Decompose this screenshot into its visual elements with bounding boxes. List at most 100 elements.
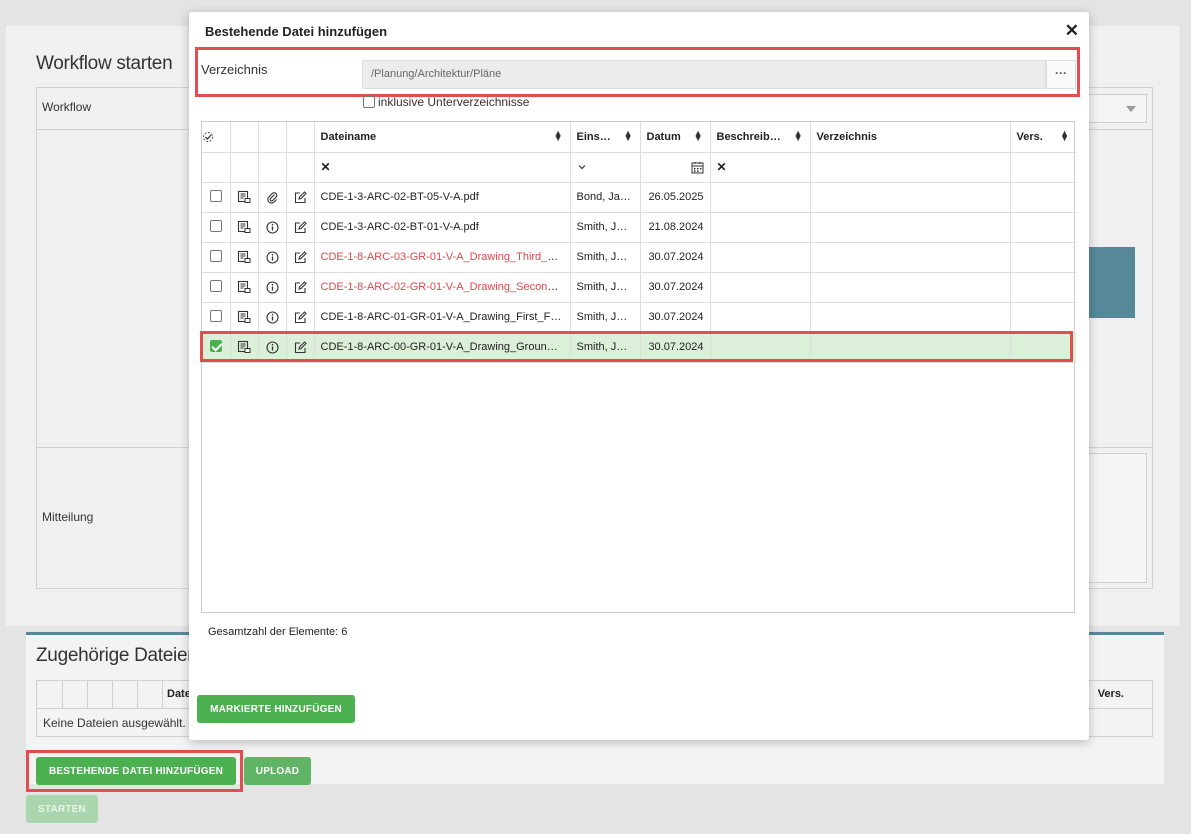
column-divider [87, 681, 88, 709]
version-cell [1009, 211, 1076, 243]
column-header-directory[interactable]: Verzeichnis [809, 122, 1011, 153]
row-checkbox[interactable] [209, 249, 222, 262]
include-subdirectories-checkbox[interactable]: inklusive Unterverzeichnisse [363, 95, 529, 109]
edit-cell[interactable] [285, 241, 315, 273]
uploader: Smith, J… [576, 281, 628, 293]
filename-cell[interactable]: CDE-1-8-ARC-03-GR-01-V-A_Drawing_Third_F… [313, 241, 571, 273]
directory-field[interactable]: /Planung/Architektur/Pläne [362, 60, 1046, 89]
attachment-cell[interactable] [257, 271, 287, 303]
row-checkbox[interactable] [209, 219, 222, 232]
file-type-cell[interactable] [229, 241, 259, 273]
sort-icon[interactable]: ▲ ▼ [1060, 129, 1069, 143]
add-marked-button[interactable]: MARKIERTE HINZUFÜGEN [197, 695, 355, 723]
filename-cell[interactable]: CDE-1-8-ARC-02-GR-01-V-A_Drawing_Second_… [313, 271, 571, 303]
table-row[interactable]: CDE-1-8-ARC-02-GR-01-V-A_Drawing_Second_… [202, 271, 1076, 303]
sort-icon[interactable]: ▲ ▼ [554, 129, 563, 143]
info-icon [265, 310, 279, 324]
edit-icon [294, 280, 307, 293]
filename-cell[interactable]: CDE-1-3-ARC-02-BT-01-V-A.pdf [313, 211, 571, 243]
uploader: Smith, J… [576, 341, 628, 353]
checkbox[interactable] [363, 96, 375, 108]
uploader-cell: Smith, J… [569, 331, 641, 363]
sort-icon[interactable]: ▲ ▼ [694, 129, 703, 143]
description-cell [709, 241, 811, 273]
table-row[interactable]: CDE-1-3-ARC-02-BT-01-V-A.pdf Smith, J… 21.… [202, 211, 1076, 243]
sort-icon[interactable]: ▲ ▼ [794, 129, 803, 143]
edit-cell[interactable] [285, 181, 315, 213]
column-header-date[interactable]: Datum ▲ ▼ [639, 122, 711, 153]
edit-cell[interactable] [285, 301, 315, 333]
attachment-cell[interactable] [257, 331, 287, 363]
column-header-date[interactable]: Date [167, 688, 191, 700]
row-select-cell[interactable] [202, 241, 231, 273]
upload-button[interactable]: UPLOAD [244, 757, 311, 785]
row-select-cell[interactable] [202, 211, 231, 243]
column-header-description[interactable]: Beschreib… ▲ ▼ [709, 122, 811, 153]
file-type-cell[interactable] [229, 301, 259, 333]
column-header-version[interactable]: Vers. ▲ ▼ [1009, 122, 1076, 153]
row-select-cell[interactable] [202, 181, 231, 213]
table-row[interactable]: CDE-1-8-ARC-01-GR-01-V-A_Drawing_First_F… [202, 301, 1076, 333]
sort-icon[interactable]: ▲ ▼ [624, 129, 633, 143]
table-row[interactable]: CDE-1-3-ARC-02-BT-05-V-A.pdf Bond, Ja… 26.… [202, 181, 1076, 213]
add-existing-file-dialog: Bestehende Datei hinzufügen ✕ Verzeichni… [189, 12, 1089, 740]
attachment-cell[interactable] [257, 241, 287, 273]
filename[interactable]: CDE-1-8-ARC-01-GR-01-V-A_Drawing_First_F… [321, 311, 570, 323]
row-checkbox[interactable] [209, 309, 222, 322]
clear-description-filter-icon[interactable]: ✕ [717, 160, 727, 174]
column-header-filename[interactable]: Dateiname ▲ ▼ [313, 122, 571, 153]
filename[interactable]: CDE-1-8-ARC-02-GR-01-V-A_Drawing_Second_… [321, 281, 570, 293]
edit-cell[interactable] [285, 211, 315, 243]
clear-filename-filter-icon[interactable]: ✕ [321, 160, 331, 174]
uploader: Smith, J… [576, 251, 628, 263]
date: 30.07.2024 [648, 341, 704, 353]
uploader-cell: Smith, J… [569, 271, 641, 303]
row-select-cell[interactable] [202, 331, 231, 363]
edit-icon [294, 340, 307, 353]
date-cell: 26.05.2025 [639, 181, 711, 213]
dialog-title: Bestehende Datei hinzufügen [205, 24, 388, 39]
filename-cell[interactable]: CDE-1-8-ARC-01-GR-01-V-A_Drawing_First_F… [313, 301, 571, 333]
filename[interactable]: CDE-1-8-ARC-00-GR-01-V-A_Drawing_Ground_… [321, 341, 570, 353]
table-row[interactable]: CDE-1-8-ARC-03-GR-01-V-A_Drawing_Third_F… [202, 241, 1076, 273]
table-row[interactable]: CDE-1-8-ARC-00-GR-01-V-A_Drawing_Ground_… [202, 331, 1076, 363]
filename-cell[interactable]: CDE-1-8-ARC-00-GR-01-V-A_Drawing_Ground_… [313, 331, 571, 363]
page-title: Workflow starten [36, 53, 173, 74]
attachment-cell[interactable] [257, 181, 287, 213]
edit-icon [294, 190, 307, 203]
uploader-filter-dropdown[interactable] [577, 161, 587, 173]
filename[interactable]: CDE-1-3-ARC-02-BT-05-V-A.pdf [321, 191, 479, 203]
attachment-cell[interactable] [257, 301, 287, 333]
close-icon[interactable]: ✕ [1065, 21, 1079, 41]
filename[interactable]: CDE-1-3-ARC-02-BT-01-V-A.pdf [321, 221, 479, 233]
file-type-cell[interactable] [229, 271, 259, 303]
column-header-version[interactable]: Vers. [1098, 688, 1124, 700]
document-list-icon [237, 190, 251, 203]
file-type-cell[interactable] [229, 211, 259, 243]
date-cell: 30.07.2024 [639, 241, 711, 273]
workflow-select[interactable] [1088, 94, 1147, 123]
row-checkbox[interactable] [209, 189, 222, 202]
column-uploader-label: Eins… [576, 130, 611, 143]
browse-directory-button[interactable]: ··· [1046, 60, 1076, 89]
filename-cell[interactable]: CDE-1-3-ARC-02-BT-05-V-A.pdf [313, 181, 571, 213]
add-existing-file-button[interactable]: BESTEHENDE DATEI HINZUFÜGEN [36, 757, 236, 785]
row-checkbox[interactable] [209, 339, 222, 352]
row-select-cell[interactable] [202, 301, 231, 333]
date-filter-picker[interactable] [691, 161, 704, 173]
attachment-cell[interactable] [257, 211, 287, 243]
start-button[interactable]: STARTEN [26, 795, 98, 823]
row-select-cell[interactable] [202, 271, 231, 303]
select-all-toggle[interactable] [202, 122, 231, 153]
file-type-cell[interactable] [229, 331, 259, 363]
edit-cell[interactable] [285, 331, 315, 363]
file-type-cell[interactable] [229, 181, 259, 213]
edit-cell[interactable] [285, 271, 315, 303]
uploader-cell: Smith, J… [569, 241, 641, 273]
column-header-uploader[interactable]: Eins… ▲ ▼ [569, 122, 641, 153]
date: 30.07.2024 [648, 311, 704, 323]
row-checkbox[interactable] [209, 279, 222, 292]
filename[interactable]: CDE-1-8-ARC-03-GR-01-V-A_Drawing_Third_F… [321, 251, 568, 263]
message-textarea[interactable] [1088, 453, 1147, 583]
edit-icon [294, 310, 307, 323]
